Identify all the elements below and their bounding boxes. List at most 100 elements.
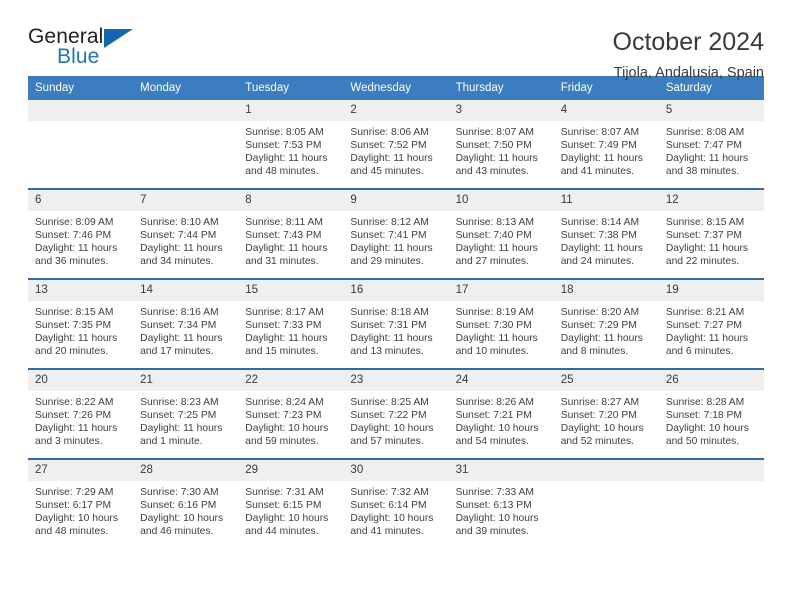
calendar-day-cell[interactable]: 1 Sunrise: 8:05 AM Sunset: 7:53 PM Dayli… <box>238 100 344 189</box>
calendar-day-cell[interactable]: 23 Sunrise: 8:25 AM Sunset: 7:22 PM Dayl… <box>343 368 449 459</box>
calendar-day-cell[interactable]: 16 Sunrise: 8:18 AM Sunset: 7:31 PM Dayl… <box>343 278 449 369</box>
daylight-text: Daylight: 10 hours and 50 minutes. <box>665 423 749 448</box>
daylight-text: Daylight: 11 hours and 29 minutes. <box>350 243 433 268</box>
daylight-text: Daylight: 11 hours and 15 minutes. <box>245 333 328 358</box>
calendar-day-cell[interactable]: 21 Sunrise: 8:23 AM Sunset: 7:25 PM Dayl… <box>133 368 239 459</box>
calendar-day-cell[interactable] <box>658 458 764 548</box>
calendar-day-cell[interactable]: 24 Sunrise: 8:26 AM Sunset: 7:21 PM Dayl… <box>448 368 554 459</box>
calendar-day-cell[interactable]: 19 Sunrise: 8:21 AM Sunset: 7:27 PM Dayl… <box>658 278 764 369</box>
day-details: Sunrise: 8:23 AM Sunset: 7:25 PM Dayligh… <box>133 391 238 448</box>
triangle-flag-icon <box>104 29 133 48</box>
calendar-day-cell[interactable]: 17 Sunrise: 8:19 AM Sunset: 7:30 PM Dayl… <box>448 278 554 369</box>
page-title: October 2024 <box>612 28 765 56</box>
sunrise-text: Sunrise: 8:10 AM <box>140 217 219 228</box>
calendar-day-cell[interactable]: 13 Sunrise: 8:15 AM Sunset: 7:35 PM Dayl… <box>28 278 134 369</box>
daylight-text: Daylight: 11 hours and 27 minutes. <box>455 243 538 268</box>
sunset-text: Sunset: 7:38 PM <box>560 230 637 242</box>
day-details: Sunrise: 8:14 AM Sunset: 7:38 PM Dayligh… <box>554 211 659 268</box>
calendar-day-cell[interactable]: 11 Sunrise: 8:14 AM Sunset: 7:38 PM Dayl… <box>553 188 659 279</box>
calendar-day-cell[interactable]: 15 Sunrise: 8:17 AM Sunset: 7:33 PM Dayl… <box>238 278 344 369</box>
daylight-text: Daylight: 10 hours and 41 minutes. <box>350 513 434 538</box>
sunset-text: Sunset: 6:13 PM <box>455 500 532 512</box>
day-details: Sunrise: 8:10 AM Sunset: 7:44 PM Dayligh… <box>133 211 238 268</box>
sunrise-text: Sunrise: 8:07 AM <box>560 127 640 138</box>
sunset-text: Sunset: 7:43 PM <box>245 230 322 242</box>
day-details <box>659 481 764 486</box>
day-details: Sunrise: 8:09 AM Sunset: 7:46 PM Dayligh… <box>28 211 133 268</box>
sunset-text: Sunset: 7:33 PM <box>245 320 322 332</box>
calendar-day-cell[interactable]: 27 Sunrise: 7:29 AM Sunset: 6:17 PM Dayl… <box>28 458 134 548</box>
sunrise-text: Sunrise: 7:33 AM <box>455 487 534 498</box>
calendar-day-cell[interactable]: 10 Sunrise: 8:13 AM Sunset: 7:40 PM Dayl… <box>448 188 554 279</box>
day-number: 10 <box>448 190 554 211</box>
calendar-day-cell[interactable]: 22 Sunrise: 8:24 AM Sunset: 7:23 PM Dayl… <box>238 368 344 459</box>
daylight-text: Daylight: 11 hours and 1 minute. <box>140 423 223 448</box>
calendar-day-cell[interactable]: 4 Sunrise: 8:07 AM Sunset: 7:49 PM Dayli… <box>553 100 659 189</box>
calendar-day-cell[interactable] <box>553 458 659 548</box>
daylight-text: Daylight: 11 hours and 45 minutes. <box>350 153 433 178</box>
day-number: 14 <box>133 280 239 301</box>
daylight-text: Daylight: 11 hours and 8 minutes. <box>560 333 643 358</box>
sunset-text: Sunset: 7:34 PM <box>140 320 217 332</box>
sunrise-sunset-calendar: Sunday Monday Tuesday Wednesday Thursday… <box>28 76 764 548</box>
calendar-day-cell[interactable]: 7 Sunrise: 8:10 AM Sunset: 7:44 PM Dayli… <box>133 188 239 279</box>
calendar-day-cell[interactable]: 3 Sunrise: 8:07 AM Sunset: 7:50 PM Dayli… <box>448 100 554 189</box>
day-details: Sunrise: 8:07 AM Sunset: 7:50 PM Dayligh… <box>449 121 554 178</box>
day-number: 7 <box>133 190 239 211</box>
calendar-day-cell[interactable]: 25 Sunrise: 8:27 AM Sunset: 7:20 PM Dayl… <box>553 368 659 459</box>
weekday-header-tuesday: Tuesday <box>238 76 344 100</box>
sunrise-text: Sunrise: 8:12 AM <box>350 217 429 228</box>
day-number: 27 <box>28 460 134 481</box>
calendar-day-cell[interactable]: 31 Sunrise: 7:33 AM Sunset: 6:13 PM Dayl… <box>448 458 554 548</box>
sunset-text: Sunset: 7:49 PM <box>560 140 637 152</box>
day-details: Sunrise: 8:21 AM Sunset: 7:27 PM Dayligh… <box>659 301 764 358</box>
calendar-day-cell[interactable]: 28 Sunrise: 7:30 AM Sunset: 6:16 PM Dayl… <box>133 458 239 548</box>
calendar-day-cell[interactable] <box>28 100 134 189</box>
calendar-day-cell[interactable]: 18 Sunrise: 8:20 AM Sunset: 7:29 PM Dayl… <box>553 278 659 369</box>
sunset-text: Sunset: 7:30 PM <box>455 320 532 332</box>
calendar-day-cell[interactable]: 9 Sunrise: 8:12 AM Sunset: 7:41 PM Dayli… <box>343 188 449 279</box>
calendar-day-cell[interactable]: 29 Sunrise: 7:31 AM Sunset: 6:15 PM Dayl… <box>238 458 344 548</box>
calendar-day-cell[interactable]: 12 Sunrise: 8:15 AM Sunset: 7:37 PM Dayl… <box>658 188 764 279</box>
sunrise-text: Sunrise: 8:28 AM <box>665 397 745 408</box>
calendar-day-cell[interactable] <box>133 100 239 189</box>
sunset-text: Sunset: 7:50 PM <box>455 140 532 152</box>
daylight-text: Daylight: 10 hours and 48 minutes. <box>35 513 118 538</box>
day-number: 6 <box>28 190 134 211</box>
calendar-day-cell[interactable]: 5 Sunrise: 8:08 AM Sunset: 7:47 PM Dayli… <box>658 100 764 189</box>
calendar-week-row: 27 Sunrise: 7:29 AM Sunset: 6:17 PM Dayl… <box>28 458 764 548</box>
day-number <box>658 460 764 481</box>
sunset-text: Sunset: 7:25 PM <box>140 410 217 422</box>
day-details: Sunrise: 7:31 AM Sunset: 6:15 PM Dayligh… <box>238 481 343 538</box>
calendar-day-cell[interactable]: 2 Sunrise: 8:06 AM Sunset: 7:52 PM Dayli… <box>343 100 449 189</box>
day-number: 28 <box>133 460 239 481</box>
day-details <box>554 481 659 486</box>
sunrise-text: Sunrise: 7:29 AM <box>35 487 114 498</box>
day-number: 5 <box>658 100 764 121</box>
calendar-day-cell[interactable]: 20 Sunrise: 8:22 AM Sunset: 7:26 PM Dayl… <box>28 368 134 459</box>
sunset-text: Sunset: 7:29 PM <box>560 320 637 332</box>
day-details: Sunrise: 8:20 AM Sunset: 7:29 PM Dayligh… <box>554 301 659 358</box>
calendar-week-row: 6 Sunrise: 8:09 AM Sunset: 7:46 PM Dayli… <box>28 188 764 279</box>
day-details: Sunrise: 8:11 AM Sunset: 7:43 PM Dayligh… <box>238 211 343 268</box>
sunrise-text: Sunrise: 8:18 AM <box>350 307 429 318</box>
day-number: 29 <box>238 460 344 481</box>
sunrise-text: Sunrise: 8:08 AM <box>665 127 745 138</box>
calendar-day-cell[interactable]: 30 Sunrise: 7:32 AM Sunset: 6:14 PM Dayl… <box>343 458 449 548</box>
calendar-day-cell[interactable]: 6 Sunrise: 8:09 AM Sunset: 7:46 PM Dayli… <box>28 188 134 279</box>
day-number: 26 <box>658 370 764 391</box>
calendar-day-cell[interactable]: 8 Sunrise: 8:11 AM Sunset: 7:43 PM Dayli… <box>238 188 344 279</box>
day-details: Sunrise: 8:15 AM Sunset: 7:37 PM Dayligh… <box>659 211 764 268</box>
sunrise-text: Sunrise: 8:22 AM <box>35 397 114 408</box>
day-details: Sunrise: 8:07 AM Sunset: 7:49 PM Dayligh… <box>554 121 659 178</box>
brand-logo[interactable]: General Blue <box>28 26 158 74</box>
calendar-day-cell[interactable]: 14 Sunrise: 8:16 AM Sunset: 7:34 PM Dayl… <box>133 278 239 369</box>
daylight-text: Daylight: 11 hours and 3 minutes. <box>35 423 118 448</box>
calendar-day-cell[interactable]: 26 Sunrise: 8:28 AM Sunset: 7:18 PM Dayl… <box>658 368 764 459</box>
sunset-text: Sunset: 7:35 PM <box>35 320 112 332</box>
day-details: Sunrise: 7:30 AM Sunset: 6:16 PM Dayligh… <box>133 481 238 538</box>
sunrise-text: Sunrise: 8:26 AM <box>455 397 534 408</box>
day-details: Sunrise: 7:33 AM Sunset: 6:13 PM Dayligh… <box>449 481 554 538</box>
daylight-text: Daylight: 10 hours and 59 minutes. <box>245 423 329 448</box>
day-number <box>28 100 134 121</box>
